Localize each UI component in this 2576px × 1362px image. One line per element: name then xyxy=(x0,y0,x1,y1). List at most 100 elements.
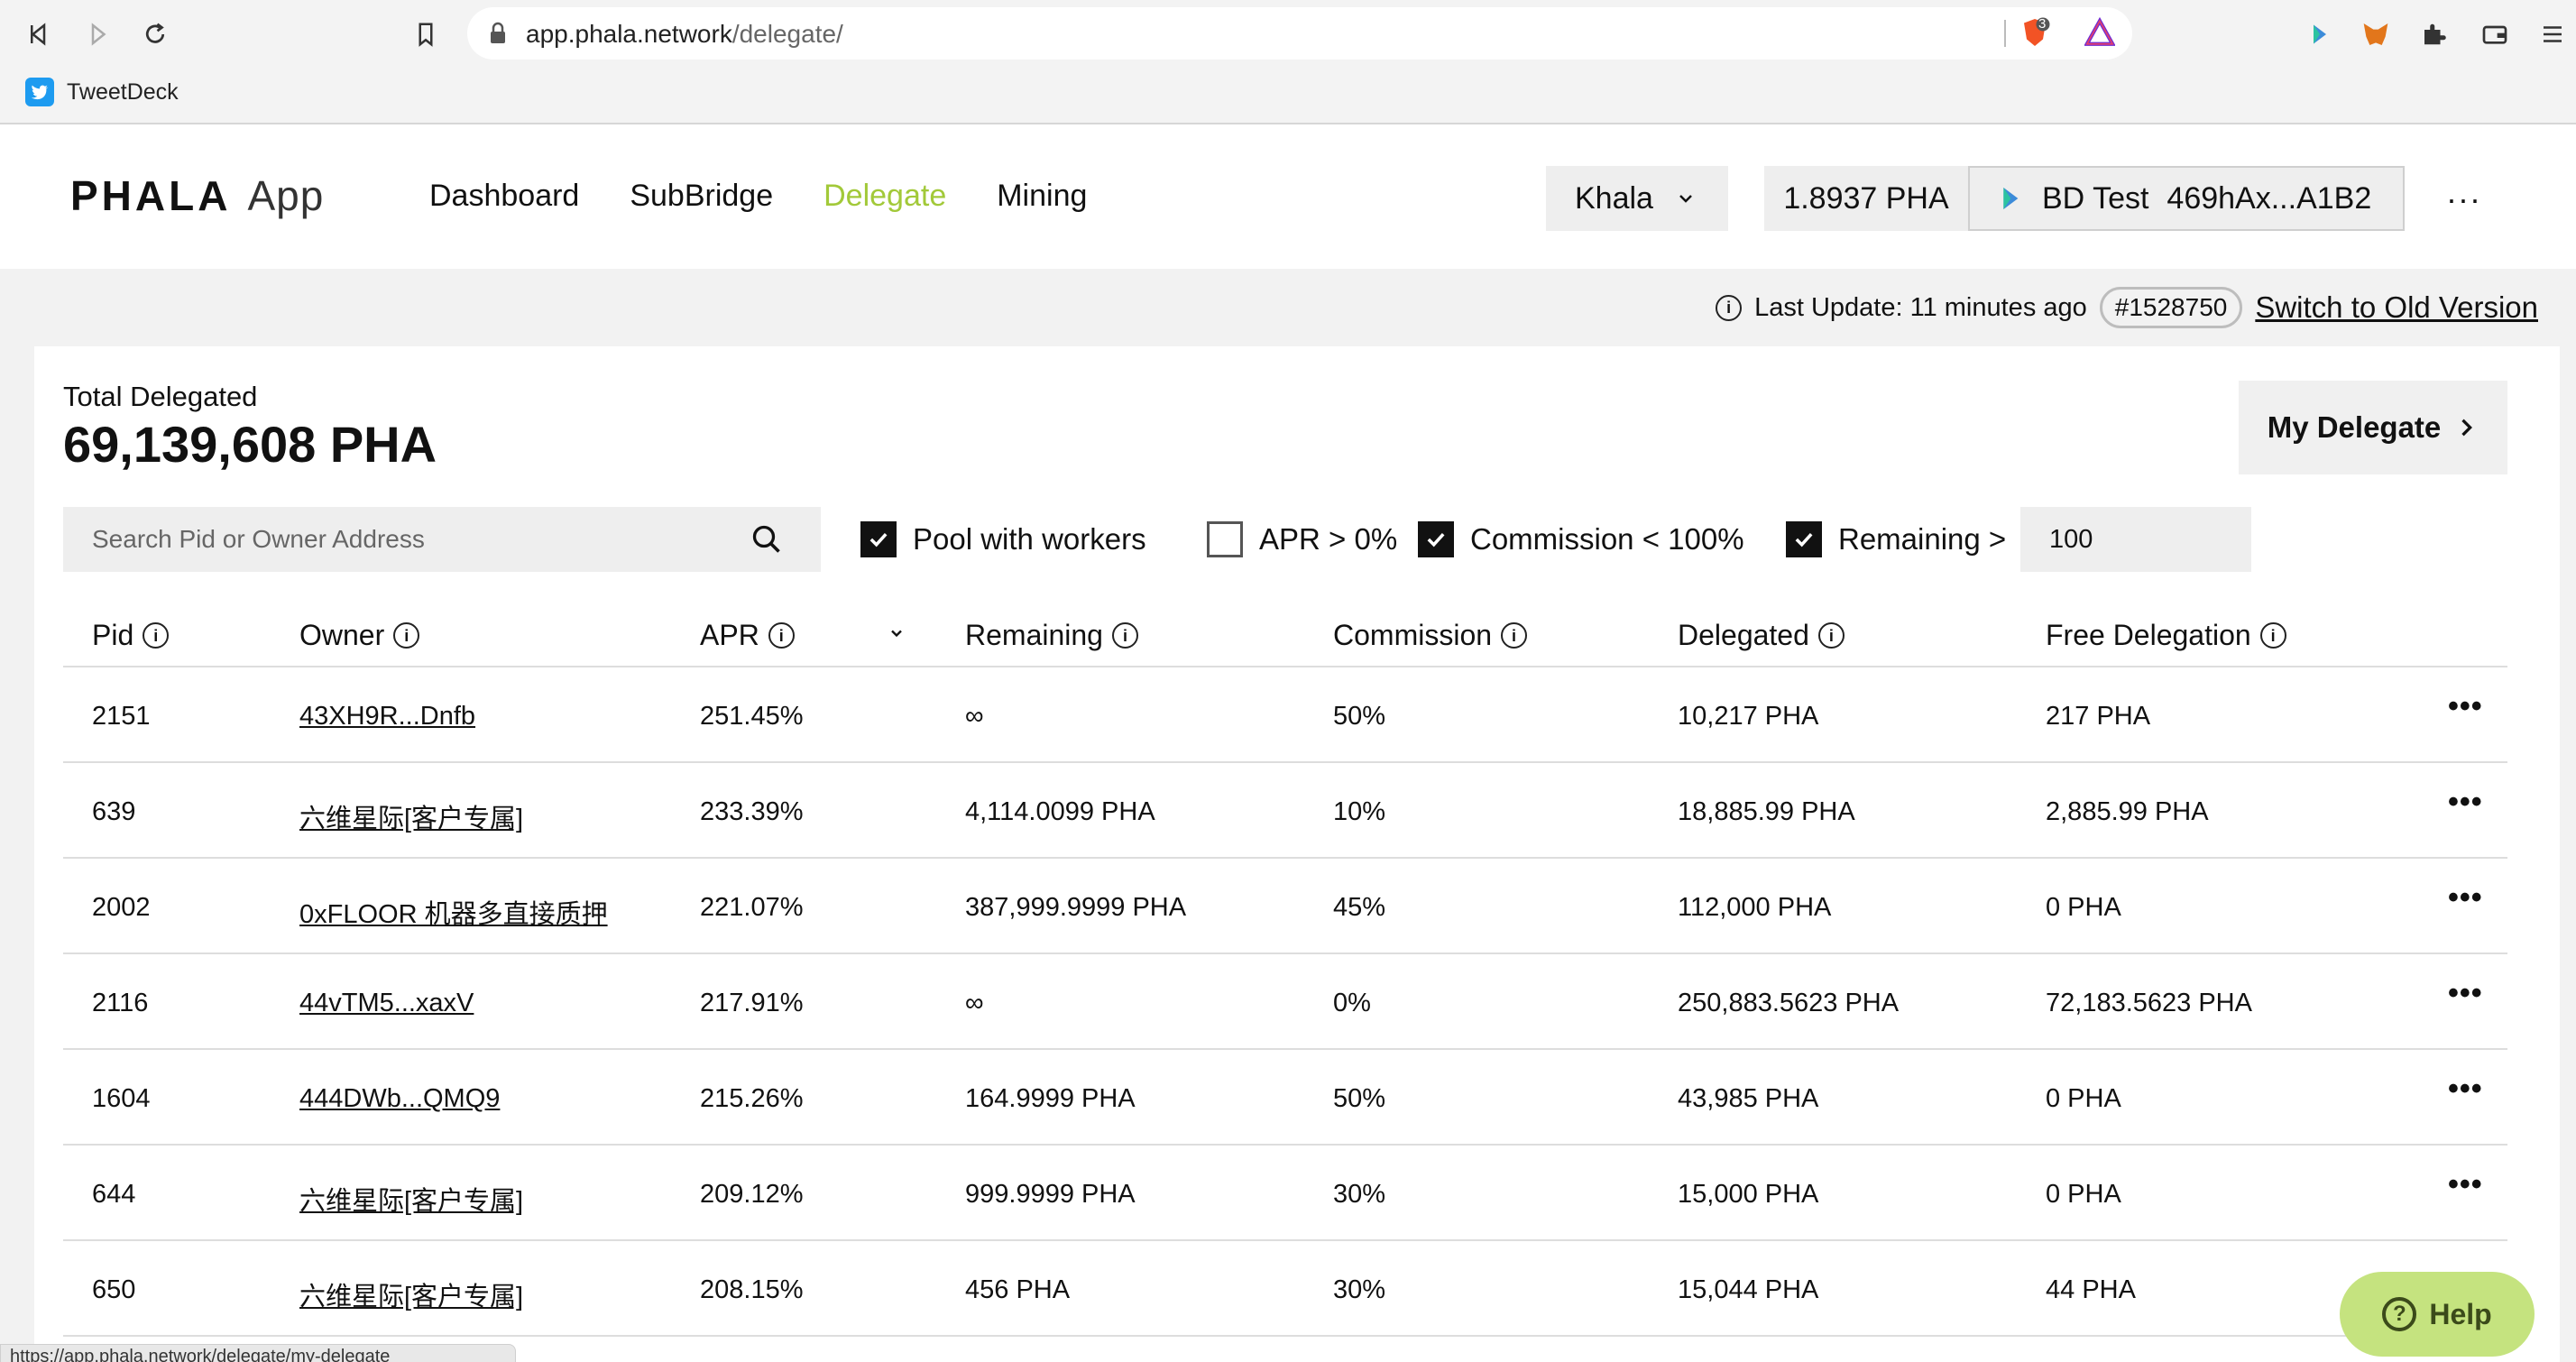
column-header-apr[interactable]: APR i xyxy=(700,619,795,652)
cell-delegated: 18,885.99 PHA xyxy=(1678,797,1855,826)
cell-delegated: 250,883.5623 PHA xyxy=(1678,989,1900,1017)
cell-commission: 50% xyxy=(1333,702,1386,731)
nav-dashboard[interactable]: Dashboard xyxy=(429,179,579,214)
cell-apr: 209.12% xyxy=(700,1180,804,1209)
logo-app: App xyxy=(247,172,325,219)
bookmark-tweetdeck[interactable]: TweetDeck xyxy=(25,78,179,106)
checkbox-checked-icon[interactable] xyxy=(1418,521,1454,557)
switch-old-version-link[interactable]: Switch to Old Version xyxy=(2255,290,2538,325)
brave-shields-icon[interactable]: 3 xyxy=(2019,16,2051,49)
cell-owner[interactable]: 六维星际[客户专属] xyxy=(299,1180,523,1218)
column-label: Owner xyxy=(299,619,385,651)
cell-owner[interactable]: 六维星际[客户专属] xyxy=(299,1275,523,1313)
cell-commission: 50% xyxy=(1333,1084,1386,1113)
info-icon[interactable]: i xyxy=(1111,622,1138,649)
total-delegated-label: Total Delegated xyxy=(63,381,258,412)
checkbox-unchecked-icon[interactable] xyxy=(1207,521,1243,557)
back-icon[interactable] xyxy=(22,16,58,52)
table-row[interactable]: 2002 0xFLOOR 机器多直接质押 221.07% 387,999.9999 P… xyxy=(63,859,2507,954)
chevron-down-icon xyxy=(1679,195,1692,203)
filter-label: APR > 0% xyxy=(1259,522,1398,556)
cell-delegated: 43,985 PHA xyxy=(1678,1084,1819,1113)
info-icon[interactable]: i xyxy=(2259,622,2286,649)
filter-commission-lt-100[interactable]: Commission < 100% xyxy=(1418,521,1744,557)
my-delegate-button[interactable]: My Delegate xyxy=(2239,381,2507,474)
table-row[interactable]: 1604 444DWb...QMQ9 215.26% 164.9999 PHA 50% 4… xyxy=(63,1050,2507,1146)
row-more-icon[interactable]: ••• xyxy=(2448,1167,2483,1202)
delegate-card: Total Delegated 69,139,608 PHA My Delega… xyxy=(34,346,2560,1362)
account-button[interactable]: BD Test 469hAx...A1B2 xyxy=(1968,166,2405,231)
sort-desc-icon[interactable] xyxy=(888,624,906,642)
table-row[interactable]: 650 六维星际[客户专属] 208.15% 456 PHA 30% 15,044 PHA… xyxy=(63,1241,2507,1337)
cell-owner[interactable]: 六维星际[客户专属] xyxy=(299,797,523,835)
info-icon[interactable]: i xyxy=(143,622,170,649)
cell-pid: 644 xyxy=(92,1180,136,1209)
column-header-pid[interactable]: Pid i xyxy=(92,619,170,652)
column-header-remaining[interactable]: Remaining i xyxy=(965,619,1138,652)
column-header-free-delegation[interactable]: Free Delegation i xyxy=(2046,619,2286,652)
balance-display: 1.8937 PHA xyxy=(1764,166,1968,231)
help-button[interactable]: ? Help xyxy=(2340,1272,2535,1357)
cell-apr: 217.91% xyxy=(700,989,804,1017)
cell-owner[interactable]: 43XH9R...Dnfb xyxy=(299,702,475,732)
reload-icon[interactable] xyxy=(137,16,173,52)
header-more-icon[interactable]: ··· xyxy=(2446,180,2481,218)
row-more-icon[interactable]: ••• xyxy=(2448,880,2483,916)
network-select[interactable]: Khala xyxy=(1546,166,1728,231)
cell-remaining: 164.9999 PHA xyxy=(965,1084,1136,1113)
cell-owner[interactable]: 0xFLOOR 机器多直接质押 xyxy=(299,893,608,931)
bookmarks-bar: TweetDeck xyxy=(0,69,2576,124)
nav-subbridge[interactable]: SubBridge xyxy=(630,179,773,214)
cell-owner[interactable]: 444DWb...QMQ9 xyxy=(299,1084,500,1114)
cell-free-delegation: 0 PHA xyxy=(2046,893,2121,922)
column-header-commission[interactable]: Commission i xyxy=(1333,619,1528,652)
cell-commission: 45% xyxy=(1333,893,1386,922)
browser-menu-icon[interactable] xyxy=(2536,18,2569,51)
column-header-owner[interactable]: Owner i xyxy=(299,619,420,652)
remaining-threshold-input[interactable] xyxy=(2049,524,2230,555)
extensions-puzzle-icon[interactable] xyxy=(2417,18,2450,51)
info-icon[interactable]: i xyxy=(1817,622,1845,649)
cell-commission: 30% xyxy=(1333,1180,1386,1209)
filter-apr-gt-zero[interactable]: APR > 0% xyxy=(1207,521,1397,557)
cell-owner[interactable]: 44vTM5...xaxV xyxy=(299,989,474,1018)
remaining-threshold-container xyxy=(2020,507,2251,572)
browser-toolbar: app.phala.network/delegate/ 3 xyxy=(0,0,2576,69)
logo-main: PHALA xyxy=(70,172,232,219)
bookmark-icon[interactable] xyxy=(408,16,444,52)
filter-pool-with-workers[interactable]: Pool with workers xyxy=(860,521,1146,557)
help-label: Help xyxy=(2429,1297,2492,1330)
table-row[interactable]: 639 六维星际[客户专属] 233.39% 4,114.0099 PHA 10% 18,… xyxy=(63,763,2507,859)
filter-remaining-gt[interactable]: Remaining > xyxy=(1786,521,2006,557)
info-icon[interactable]: i xyxy=(1501,622,1528,649)
column-header-delegated[interactable]: Delegated i xyxy=(1678,619,1845,652)
column-label: Free Delegation xyxy=(2046,619,2251,651)
cell-free-delegation: 72,183.5623 PHA xyxy=(2046,989,2252,1017)
info-icon[interactable]: i xyxy=(393,622,420,649)
nav-mining[interactable]: Mining xyxy=(997,179,1087,214)
row-more-icon[interactable]: ••• xyxy=(2448,1072,2483,1107)
info-icon[interactable]: i xyxy=(768,622,795,649)
brave-rewards-icon[interactable] xyxy=(2084,16,2116,49)
checkbox-checked-icon[interactable] xyxy=(1786,521,1822,557)
wallet-icon[interactable] xyxy=(2479,18,2511,51)
extension-icon[interactable] xyxy=(2304,18,2336,51)
info-icon: i xyxy=(1716,294,1743,321)
row-more-icon[interactable]: ••• xyxy=(2448,689,2483,724)
search-input[interactable] xyxy=(92,525,723,554)
phala-logo[interactable]: PHALA App xyxy=(70,171,324,220)
column-label: Remaining xyxy=(965,619,1103,651)
address-bar[interactable]: app.phala.network/delegate/ 3 xyxy=(467,7,2132,60)
row-more-icon[interactable]: ••• xyxy=(2448,785,2483,820)
row-more-icon[interactable]: ••• xyxy=(2448,976,2483,1011)
table-row[interactable]: 2116 44vTM5...xaxV 217.91% ∞ 0% 250,883.5623 … xyxy=(63,954,2507,1050)
search-icon[interactable] xyxy=(750,523,783,556)
nav-delegate[interactable]: Delegate xyxy=(823,179,946,214)
forward-icon[interactable] xyxy=(79,16,115,52)
table-row[interactable]: 644 六维星际[客户专属] 209.12% 999.9999 PHA 30% 15,00… xyxy=(63,1146,2507,1241)
checkbox-checked-icon[interactable] xyxy=(860,521,897,557)
cell-remaining: 387,999.9999 PHA xyxy=(965,893,1187,922)
metamask-icon[interactable] xyxy=(2360,18,2392,51)
cell-pid: 639 xyxy=(92,797,136,826)
table-row[interactable]: 2151 43XH9R...Dnfb 251.45% ∞ 50% 10,217 PHA 21… xyxy=(63,667,2507,763)
